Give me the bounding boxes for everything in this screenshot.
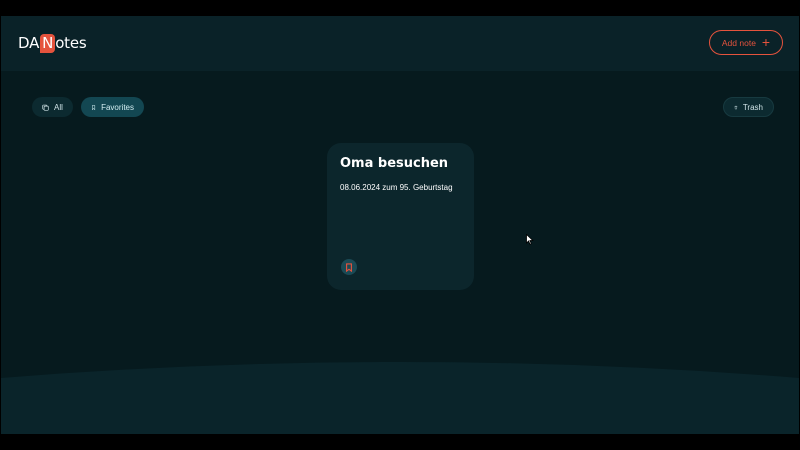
filter-favorites-label: Favorites xyxy=(101,102,134,112)
bookmark-icon xyxy=(92,104,96,110)
trash-icon xyxy=(734,105,738,109)
logo[interactable]: DA Notes xyxy=(18,31,87,55)
plus-icon: + xyxy=(761,34,771,50)
add-note-label: Add note xyxy=(721,37,756,48)
filter-all-label: All xyxy=(54,102,63,112)
note-text: 08.06.2024 zum 95. Geburtstag xyxy=(340,183,453,192)
favorite-toggle-button[interactable] xyxy=(341,259,357,275)
filter-favorites-button[interactable]: Favorites xyxy=(81,97,144,117)
background-wave xyxy=(1,362,799,434)
header-bar: DA Notes Add note + xyxy=(1,16,799,71)
bookmark-icon xyxy=(346,262,352,272)
note-card[interactable]: Oma besuchen 08.06.2024 zum 95. Geburtst… xyxy=(327,143,474,290)
note-title: Oma besuchen xyxy=(340,156,449,171)
app-window: DA Notes Add note + All Favorites Trash O… xyxy=(1,16,799,434)
add-note-button[interactable]: Add note + xyxy=(709,30,783,55)
filter-all-button[interactable]: All xyxy=(32,97,73,117)
logo-badge: N xyxy=(40,33,56,53)
filter-trash-label: Trash xyxy=(742,102,763,112)
logo-suffix: otes xyxy=(55,34,87,52)
filter-trash-button[interactable]: Trash xyxy=(723,97,774,117)
notes-stack-icon xyxy=(42,104,49,111)
mouse-cursor-icon xyxy=(526,234,534,245)
logo-prefix: DA xyxy=(18,34,40,52)
